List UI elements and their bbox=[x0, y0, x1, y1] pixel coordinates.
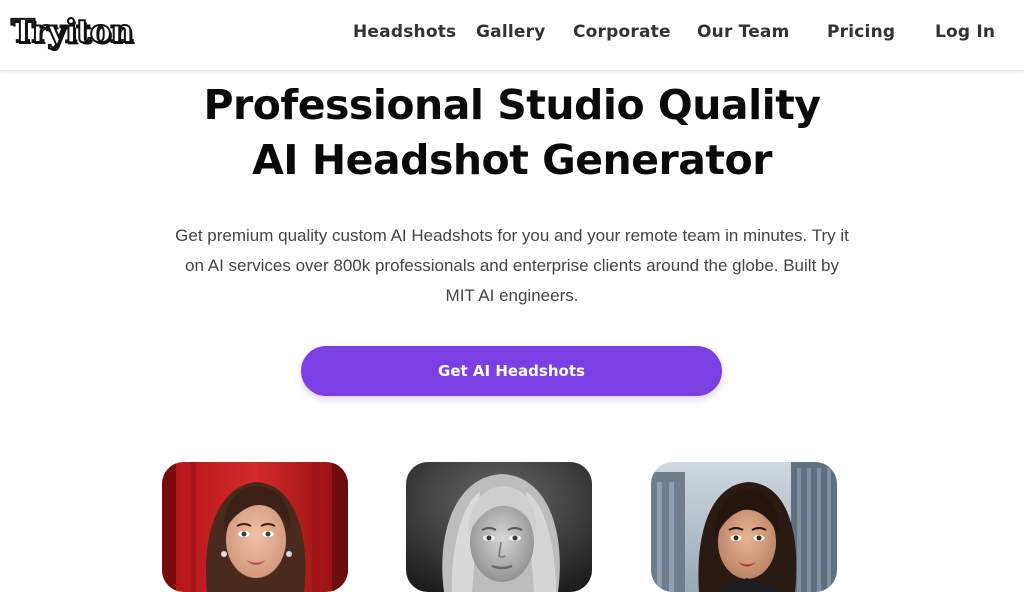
top-navbar: Tryiton Headshots Gallery Corporate Our … bbox=[0, 0, 1024, 71]
hero-subtitle: Get premium quality custom AI Headshots … bbox=[175, 226, 849, 305]
hero-title-line-2: AI Headshot Generator bbox=[252, 136, 772, 184]
gallery-photo-1 bbox=[162, 462, 348, 592]
brand-logo[interactable]: Tryiton bbox=[10, 11, 134, 51]
hero-title-line-1: Professional Studio Quality bbox=[203, 81, 821, 129]
nav-link-corporate[interactable]: Corporate bbox=[573, 22, 671, 42]
nav-link-pricing[interactable]: Pricing bbox=[827, 22, 895, 42]
get-ai-headshots-button[interactable]: Get AI Headshots bbox=[301, 346, 722, 396]
headshot-woman-city-image bbox=[651, 462, 837, 592]
nav-link-log-in[interactable]: Log In bbox=[935, 22, 995, 42]
cta-label: Get AI Headshots bbox=[438, 362, 585, 380]
nav-link-gallery[interactable]: Gallery bbox=[476, 22, 545, 42]
nav-link-headshots[interactable]: Headshots bbox=[353, 22, 456, 42]
headshot-woman-red-carpet-image bbox=[162, 462, 348, 592]
gallery-photo-2 bbox=[406, 462, 592, 592]
headshot-woman-black-white-image bbox=[406, 462, 592, 592]
nav-link-our-team[interactable]: Our Team bbox=[697, 22, 790, 42]
gallery-photo-3 bbox=[651, 462, 837, 592]
hero-title: Professional Studio Quality AI Headshot … bbox=[0, 78, 1024, 188]
